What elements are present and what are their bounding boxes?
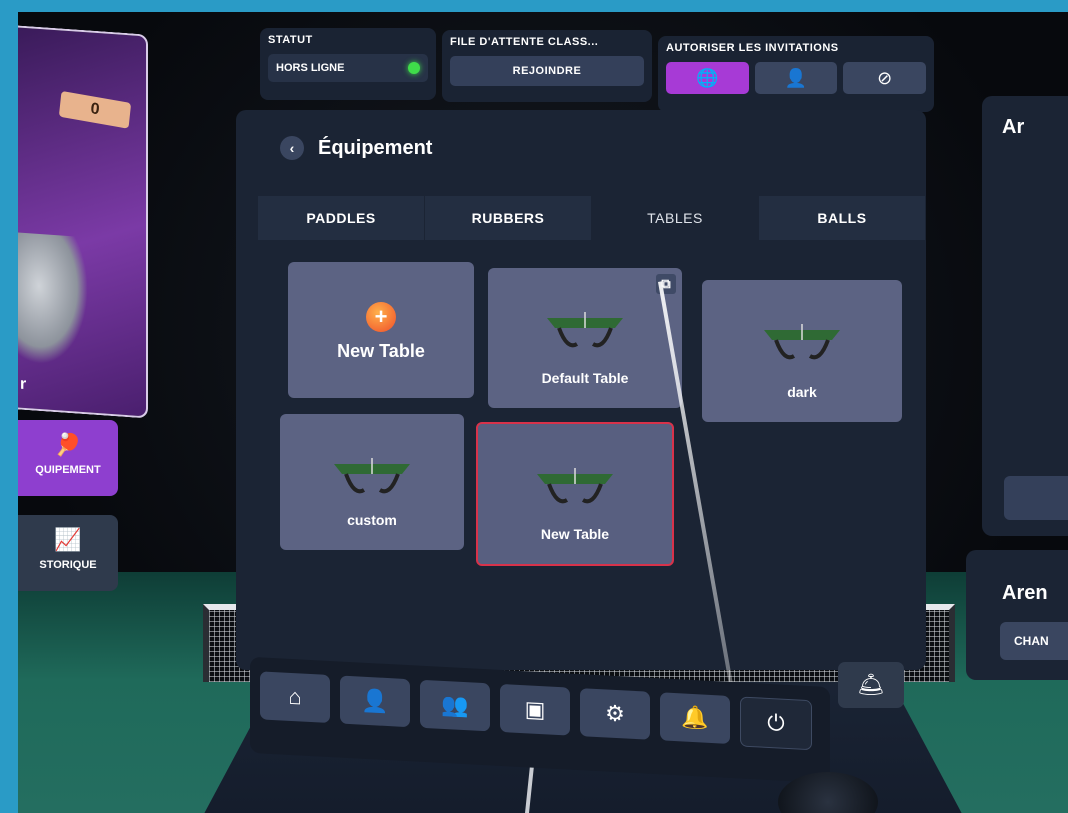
vr-scene: 0 r 🏓 QUIPEMENT 📈 STORIQUE STATUT HORS L… [18, 12, 1068, 813]
score-badge: 0 [58, 90, 132, 129]
friends-button[interactable]: 👥 [420, 679, 490, 732]
queue-header: FILE D'ATTENTE CLASS... [450, 36, 599, 48]
status-dot-icon [408, 62, 420, 74]
card-label: Default Table [541, 370, 629, 386]
profile-icon: 👤 [361, 687, 389, 715]
bell-alert-icon: 🛎 [857, 672, 885, 697]
invites-header: AUTORISER LES INVITATIONS [666, 42, 839, 54]
floating-bell-button[interactable]: 🛎 [838, 662, 904, 708]
book-button[interactable]: ▣ [500, 683, 570, 736]
settings-icon: ⚙ [605, 700, 625, 727]
block-icon: ⊘ [877, 68, 893, 88]
player-name: r [20, 375, 27, 394]
profile-button[interactable]: 👤 [340, 675, 410, 728]
settings-button[interactable]: ⚙ [580, 688, 650, 740]
table-thumbnail-icon [547, 312, 623, 348]
table-card-new-selected[interactable]: New Table [476, 422, 674, 566]
table-thumbnail-icon [334, 458, 410, 494]
arena-title: Ar [1002, 116, 1025, 138]
tab-rubbers[interactable]: RUBBERS [425, 196, 592, 240]
table-thumbnail-icon [764, 324, 840, 360]
power-icon: ⏻ [767, 709, 785, 736]
notifications-button[interactable]: 🔔 [660, 692, 730, 744]
invite-none-button[interactable]: ⊘ [843, 62, 927, 94]
sidebar-item-equipment[interactable]: 🏓 QUIPEMENT [18, 420, 118, 496]
ranked-queue-group: FILE D'ATTENTE CLASS... REJOINDRE [442, 30, 652, 102]
table-thumbnail-icon [537, 468, 613, 504]
arena-title-2: Aren [1002, 582, 1048, 604]
sidebar-item-label: QUIPEMENT [35, 464, 101, 476]
bell-icon: 🔔 [681, 704, 709, 731]
page-title: Équipement [318, 136, 433, 159]
avatar [18, 232, 88, 368]
friends-icon: 👥 [441, 691, 469, 719]
card-label: New Table [540, 526, 610, 542]
invite-friends-button[interactable]: 👤 [754, 62, 838, 94]
invite-everyone-button[interactable]: 🌐 [666, 62, 749, 94]
friend-icon: 👤 [784, 68, 808, 88]
power-button[interactable]: ⏻ [740, 696, 812, 751]
table-card-default[interactable]: ⧉ Default Table [488, 268, 682, 408]
chevron-left-icon: ‹ [289, 140, 295, 156]
arena-panel: Ar [982, 96, 1068, 536]
new-table-card[interactable]: + New Table [288, 262, 474, 398]
tab-balls[interactable]: BALLS [759, 196, 926, 240]
card-label: dark [787, 384, 817, 400]
join-queue-button[interactable]: REJOINDRE [450, 56, 644, 86]
tab-tables[interactable]: TABLES [592, 196, 759, 240]
sidebar-item-label: STORIQUE [39, 559, 97, 571]
status-header: STATUT [268, 34, 313, 46]
back-button[interactable]: ‹ [280, 136, 304, 160]
table-card-dark[interactable]: dark [702, 280, 902, 422]
home-icon: ⌂ [288, 683, 302, 710]
book-map-icon: ▣ [524, 696, 546, 723]
table-card-custom[interactable]: custom [280, 414, 464, 550]
equipment-tabs: PADDLES RUBBERS TABLES BALLS [258, 196, 926, 240]
invites-group: AUTORISER LES INVITATIONS 🌐 👤 ⊘ [658, 36, 934, 112]
sidebar-item-history[interactable]: 📈 STORIQUE [18, 515, 118, 591]
status-value: HORS LIGNE [276, 62, 345, 74]
globe-icon: 🌐 [696, 68, 719, 88]
paddle-ball-icon: 🏓 [54, 432, 82, 457]
status-selector[interactable]: HORS LIGNE [268, 54, 428, 82]
arena-panel-2: Aren CHAN [966, 550, 1068, 680]
change-arena-button[interactable]: CHAN [1000, 622, 1068, 660]
card-label: New Table [337, 341, 425, 361]
player-card: 0 r [18, 25, 148, 419]
plus-icon: + [366, 302, 396, 332]
chart-trend-icon: 📈 [54, 527, 82, 552]
tab-paddles[interactable]: PADDLES [258, 196, 425, 240]
arena-action-button[interactable] [1004, 476, 1068, 520]
home-button[interactable]: ⌂ [260, 671, 330, 723]
card-label: custom [347, 512, 397, 528]
status-group: STATUT HORS LIGNE [260, 28, 436, 100]
equipment-panel: ‹ Équipement PADDLES RUBBERS TABLES BALL… [236, 110, 926, 670]
